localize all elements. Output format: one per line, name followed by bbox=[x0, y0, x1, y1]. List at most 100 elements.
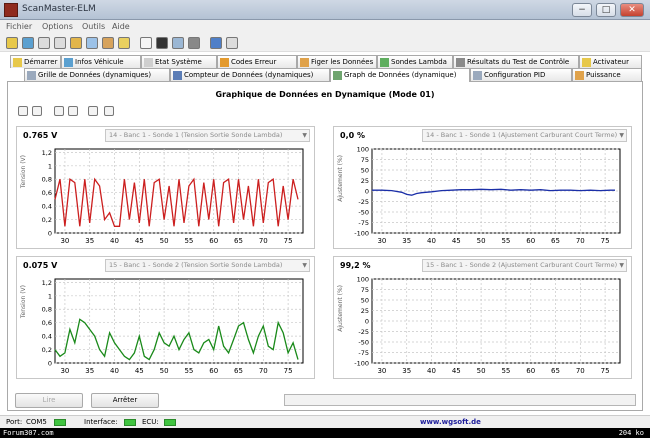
page-title: Graphique de Données en Dynamique (Mode … bbox=[215, 90, 435, 99]
x-tick-label: 60 bbox=[209, 367, 218, 375]
y-tick-label: -75 bbox=[358, 219, 369, 227]
test-icon bbox=[456, 58, 465, 67]
app-icon bbox=[4, 3, 18, 17]
y-tick-label: 0,4 bbox=[42, 203, 52, 211]
tab-resultats-test[interactable]: Résultats du Test de Contrôle bbox=[453, 55, 579, 68]
freeze-icon bbox=[300, 58, 309, 67]
system-icon bbox=[144, 58, 153, 67]
start-button[interactable]: Lire bbox=[15, 393, 83, 408]
chart-1-ylabel: Tension (V) bbox=[20, 155, 27, 189]
progress-bar bbox=[284, 394, 636, 406]
x-tick-label: 30 bbox=[377, 237, 386, 245]
grid-icon bbox=[27, 71, 36, 80]
sensor-icon bbox=[380, 58, 389, 67]
warning-icon[interactable] bbox=[70, 37, 82, 49]
tab-compteur-donnees[interactable]: Compteur de Données (dynamiques) bbox=[170, 68, 330, 81]
port-value: COM5 bbox=[26, 418, 47, 426]
tab-configuration-pid[interactable]: Configuration PID bbox=[470, 68, 572, 81]
y-tick-label: 0,2 bbox=[42, 346, 52, 354]
exit-icon[interactable] bbox=[226, 37, 238, 49]
x-tick-label: 50 bbox=[477, 367, 486, 375]
x-tick-label: 55 bbox=[501, 367, 510, 375]
x-tick-label: 75 bbox=[284, 367, 293, 375]
x-tick-label: 50 bbox=[477, 237, 486, 245]
x-tick-label: 40 bbox=[427, 367, 436, 375]
tab-grille-donnees[interactable]: Grille de Données (dynamiques) bbox=[24, 68, 170, 81]
terminal-icon[interactable] bbox=[156, 37, 168, 49]
menu-outils[interactable]: Outils bbox=[82, 22, 105, 31]
y-tick-label: 1,2 bbox=[42, 279, 52, 287]
y-tick-label: 25 bbox=[361, 307, 369, 315]
minimize-button[interactable]: − bbox=[572, 3, 592, 17]
chevron-down-icon: ▼ bbox=[619, 132, 624, 139]
menu-fichier[interactable]: Fichier bbox=[6, 22, 32, 31]
y-tick-label: 50 bbox=[361, 297, 369, 305]
tab-puissance[interactable]: Puissance bbox=[572, 68, 642, 81]
tab-figer-donnees[interactable]: Figer les Données bbox=[297, 55, 377, 68]
car-icon[interactable] bbox=[22, 37, 34, 49]
connect-icon[interactable] bbox=[6, 37, 18, 49]
y-tick-label: 0,6 bbox=[42, 319, 52, 327]
x-tick-label: 60 bbox=[526, 237, 535, 245]
x-tick-label: 50 bbox=[160, 367, 169, 375]
chart-2-pid-select[interactable]: 14 - Banc 1 - Sonde 1 (Ajustement Carbur… bbox=[422, 129, 627, 142]
print-preview-icon[interactable] bbox=[104, 106, 114, 116]
menu-aide[interactable]: Aide bbox=[112, 22, 130, 31]
chart-panel-4: 99,2 % 15 - Banc 1 - Sonde 2 (Ajustement… bbox=[333, 256, 632, 379]
tab-sondes-lambda[interactable]: Sondes Lambda bbox=[377, 55, 453, 68]
graph-icon bbox=[333, 71, 342, 80]
x-tick-label: 30 bbox=[60, 237, 69, 245]
y-tick-label: 100 bbox=[357, 276, 369, 284]
bars-icon[interactable] bbox=[102, 37, 114, 49]
x-tick-label: 65 bbox=[551, 367, 560, 375]
x-tick-label: 30 bbox=[377, 367, 386, 375]
y-tick-label: 1 bbox=[48, 292, 52, 300]
x-tick-label: 30 bbox=[60, 367, 69, 375]
key-icon[interactable] bbox=[118, 37, 130, 49]
chart-3-pid-select[interactable]: 15 - Banc 1 - Sonde 2 (Tension Sortie So… bbox=[105, 259, 310, 272]
chart-4-pid-select[interactable]: 15 - Banc 1 - Sonde 2 (Ajustement Carbur… bbox=[422, 259, 627, 272]
save-icon[interactable] bbox=[54, 106, 64, 116]
x-tick-label: 60 bbox=[526, 367, 535, 375]
interface-label: Interface: bbox=[84, 418, 118, 426]
tab-graph-donnees[interactable]: Graph de Données (dynamique) bbox=[330, 68, 470, 82]
watermark-left: Forum307.com bbox=[3, 429, 54, 437]
tab-activateur[interactable]: Activateur bbox=[579, 55, 642, 68]
y-tick-label: -75 bbox=[358, 349, 369, 357]
tab-demarrer[interactable]: Démarrer bbox=[10, 55, 61, 68]
list-icon[interactable] bbox=[38, 37, 50, 49]
chart-4-value: 99,2 % bbox=[340, 261, 371, 270]
tab-etat-systeme[interactable]: Etat Système bbox=[141, 55, 217, 68]
y-tick-label: 0,8 bbox=[42, 306, 52, 314]
zoom-out-icon[interactable] bbox=[32, 106, 42, 116]
bottom-bar: Lire Arrêter bbox=[7, 391, 643, 411]
chart-1-plot: 30 35 40 45 50 55 60 65 70 75 0 0,2 0,4 0,6 0,8 1 1,2 bbox=[42, 148, 304, 245]
settings-icon[interactable] bbox=[188, 37, 200, 49]
website-link[interactable]: www.wgsoft.de bbox=[420, 418, 481, 426]
chart-1-pid-select[interactable]: 14 - Banc 1 - Sonde 1 (Tension Sortie So… bbox=[105, 129, 310, 142]
chart-4-ylabel: Ajustement (%) bbox=[337, 285, 344, 332]
x-tick-label: 35 bbox=[402, 237, 411, 245]
stop-button[interactable]: Arrêter bbox=[91, 393, 159, 408]
x-tick-label: 70 bbox=[576, 367, 585, 375]
monitor-icon[interactable] bbox=[172, 37, 184, 49]
menu-options[interactable]: Options bbox=[42, 22, 73, 31]
maximize-button[interactable]: □ bbox=[596, 3, 616, 17]
x-tick-label: 65 bbox=[551, 237, 560, 245]
x-tick-label: 40 bbox=[110, 367, 119, 375]
x-tick-label: 45 bbox=[452, 367, 461, 375]
chart-3-ylabel: Tension (V) bbox=[20, 285, 27, 319]
open-icon[interactable] bbox=[68, 106, 78, 116]
y-tick-label: 50 bbox=[361, 167, 369, 175]
list2-icon[interactable] bbox=[54, 37, 66, 49]
print-icon[interactable] bbox=[88, 106, 98, 116]
x-tick-label: 40 bbox=[110, 237, 119, 245]
zoom-in-icon[interactable] bbox=[18, 106, 28, 116]
chat-icon[interactable] bbox=[140, 37, 152, 49]
info-icon[interactable] bbox=[210, 37, 222, 49]
tab-codes-erreur[interactable]: Codes Erreur bbox=[217, 55, 297, 68]
power-icon bbox=[575, 71, 584, 80]
tab-infos-vehicule[interactable]: Infos Véhicule bbox=[61, 55, 141, 68]
close-button[interactable]: ✕ bbox=[620, 3, 644, 17]
data-icon[interactable] bbox=[86, 37, 98, 49]
